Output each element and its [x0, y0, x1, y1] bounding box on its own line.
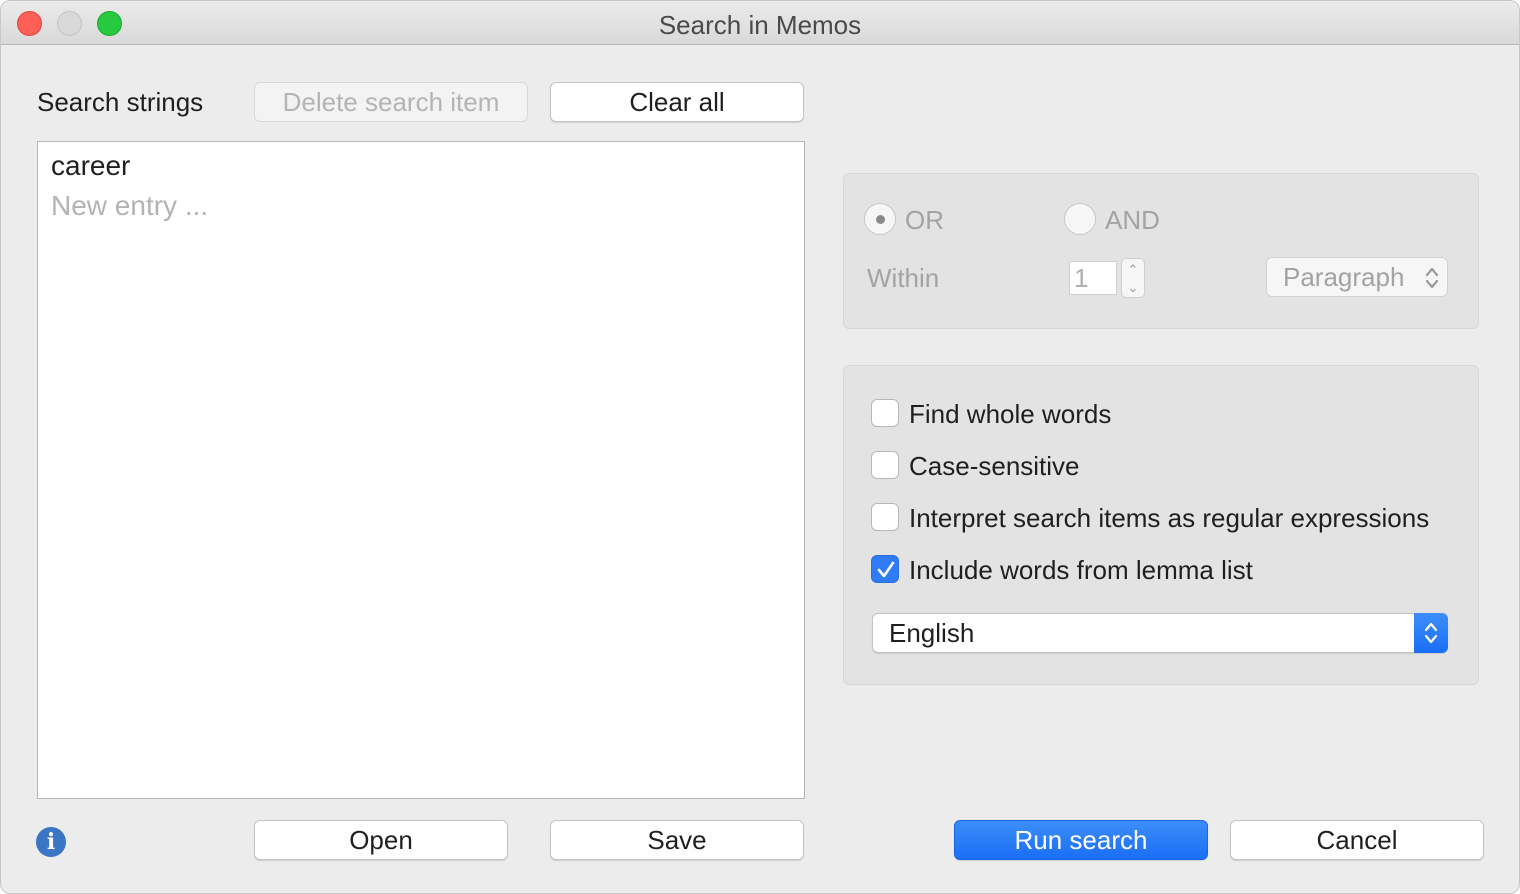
regex-checkbox[interactable]	[871, 503, 899, 531]
within-unit-select[interactable]: Paragraph	[1266, 257, 1448, 297]
search-strings-label: Search strings	[37, 87, 204, 117]
save-button[interactable]: Save	[550, 820, 804, 860]
find-whole-words-checkbox[interactable]	[871, 399, 899, 427]
lemma-list-label: Include words from lemma list	[909, 555, 1253, 585]
case-sensitive-label: Case-sensitive	[909, 451, 1080, 481]
cancel-button[interactable]: Cancel	[1230, 820, 1484, 860]
language-select[interactable]: English	[872, 613, 1448, 653]
window-title: Search in Memos	[658, 10, 862, 40]
new-entry-placeholder[interactable]: New entry ...	[51, 190, 208, 222]
combine-options-group	[843, 173, 1479, 329]
clear-all-button[interactable]: Clear all	[550, 82, 804, 122]
delete-search-item-button[interactable]: Delete search item	[254, 82, 528, 122]
case-sensitive-checkbox[interactable]	[871, 451, 899, 479]
language-value: English	[889, 618, 975, 648]
stepper-up-icon[interactable]: ⌃	[1122, 263, 1144, 277]
within-unit-value: Paragraph	[1283, 262, 1405, 292]
run-search-button[interactable]: Run search	[954, 820, 1208, 860]
and-radio[interactable]	[1064, 203, 1096, 235]
title-bar: Search in Memos	[1, 1, 1519, 45]
within-count-field[interactable]: 1	[1069, 261, 1117, 295]
chevron-updown-icon	[1425, 267, 1439, 289]
search-strings-list[interactable]: career New entry ...	[37, 141, 805, 799]
open-button[interactable]: Open	[254, 820, 508, 860]
stepper-down-icon[interactable]: ⌄	[1122, 281, 1144, 295]
and-label: AND	[1105, 205, 1160, 235]
within-count-stepper[interactable]: ⌃ ⌄	[1121, 258, 1145, 298]
checkmark-icon	[877, 561, 895, 578]
search-string-item[interactable]: career	[51, 150, 130, 182]
search-in-memos-window: Search in Memos Search strings Delete se…	[0, 0, 1520, 894]
info-icon[interactable]: i	[36, 827, 66, 857]
language-select-arrows[interactable]	[1414, 613, 1448, 653]
lemma-list-checkbox[interactable]	[871, 555, 899, 583]
or-label: OR	[905, 205, 944, 235]
chevron-updown-icon	[1424, 622, 1438, 644]
or-radio[interactable]	[864, 203, 896, 235]
within-label: Within	[867, 263, 940, 293]
find-whole-words-label: Find whole words	[909, 399, 1112, 429]
regex-label: Interpret search items as regular expres…	[909, 503, 1430, 533]
radio-dot-icon	[876, 215, 885, 224]
